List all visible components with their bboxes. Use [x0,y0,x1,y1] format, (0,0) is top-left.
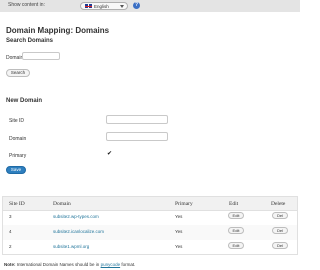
row-domain-link[interactable]: subsite2.wp-types.com [53,214,99,219]
note-text: International Domain Names should be in [16,262,100,267]
delete-button[interactable]: Del [272,212,288,219]
new-domain-label: Domain [9,136,27,142]
table-header: Site ID Domain Primary Edit Delete [3,197,297,211]
search-button[interactable]: Search [6,69,30,77]
table-row: 3 subsite2.wp-types.com Yes Edit Del [3,210,297,225]
row-primary: Yes [175,229,183,234]
language-bar: Show content in: English ? [0,0,300,12]
search-domain-input[interactable] [22,52,60,60]
primary-checkbox[interactable]: ✔ [107,151,113,157]
chevron-down-icon [120,5,124,8]
primary-label: Primary [9,153,27,159]
row-domain-link[interactable]: subsite2.icanlocalize.com [53,229,104,234]
delete-button[interactable]: Del [272,227,288,234]
column-site-id: Site ID [9,201,25,207]
language-select[interactable]: English [80,2,128,10]
new-domain-heading: New Domain [6,98,43,104]
row-primary: Yes [175,244,183,249]
column-delete: Delete [271,201,286,207]
punycode-note: Note: International Domain Names should … [4,262,135,267]
edit-button[interactable]: Edit [228,227,244,234]
row-site-id: 3 [9,214,12,219]
row-primary: Yes [175,214,183,219]
column-edit: Edit [229,201,239,207]
edit-button[interactable]: Edit [228,212,244,219]
row-site-id: 2 [9,244,12,249]
uk-flag-icon [85,4,92,8]
domains-table: Site ID Domain Primary Edit Delete 3 sub… [2,196,298,255]
column-domain: Domain [53,201,71,207]
edit-button[interactable]: Edit [228,242,244,249]
search-domains-heading: Search Domains [6,38,54,44]
table-row: 2 subsite1.wpml.org Yes Edit Del [3,240,297,255]
note-label: Note: [4,262,16,267]
help-icon[interactable]: ? [133,2,140,9]
show-content-label: Show content in: [8,2,45,8]
language-selected-text: English [94,3,109,9]
row-site-id: 4 [9,229,12,234]
column-primary: Primary [175,201,193,207]
page-title: Domain Mapping: Domains [6,26,110,35]
row-domain-link[interactable]: subsite1.wpml.org [53,244,89,249]
new-domain-input[interactable] [106,132,168,141]
site-id-input[interactable] [106,115,168,124]
save-button[interactable]: Save [6,166,26,174]
table-row: 4 subsite2.icanlocalize.com Yes Edit Del [3,225,297,240]
delete-button[interactable]: Del [272,242,288,249]
note-suffix: format. [121,262,136,267]
site-id-label: Site ID [9,118,25,124]
punycode-link[interactable]: punycode [101,262,121,267]
